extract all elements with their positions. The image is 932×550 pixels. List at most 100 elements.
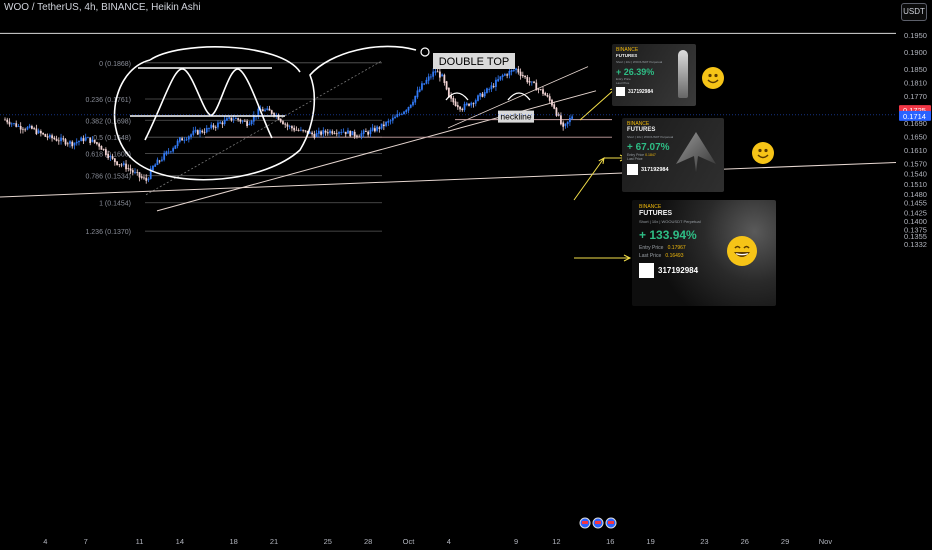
candle-body: [129, 168, 132, 171]
candle-body: [407, 107, 410, 111]
candle-body: [201, 130, 204, 133]
candle-body: [181, 138, 183, 141]
currency-button[interactable]: USDT: [901, 3, 927, 21]
card-pair: Short | 10x | WOOUSDT Perpetual: [639, 219, 701, 224]
candle-body: [147, 178, 150, 181]
price-tick-label: 0.1650: [904, 133, 927, 142]
candle-body: [286, 124, 289, 127]
candle-body: [378, 127, 381, 129]
candle-body: [308, 132, 311, 134]
candle-body: [100, 145, 103, 150]
candle-body: [208, 128, 210, 129]
candle-body: [172, 148, 175, 152]
candle-body: [459, 106, 461, 110]
candle-body: [389, 120, 392, 122]
candle-body: [62, 138, 65, 140]
candle-body: [145, 177, 148, 181]
candle-body: [234, 118, 237, 120]
candle-body: [338, 132, 340, 134]
candle-body: [176, 140, 179, 147]
candle-body: [178, 137, 181, 142]
candle-body: [508, 71, 511, 76]
candle-body: [223, 119, 226, 124]
candle-body: [300, 129, 302, 131]
neckline-label: neckline: [500, 112, 531, 122]
candle-body: [465, 103, 468, 106]
candle-body: [33, 128, 36, 130]
candle-body: [421, 83, 423, 90]
candle-body: [412, 101, 414, 106]
time-tick-label: 16: [606, 537, 614, 546]
candle-body: [26, 127, 29, 130]
time-tick-label: 11: [136, 537, 144, 546]
candle-body: [463, 103, 466, 110]
candle-body: [239, 119, 242, 122]
candle-body: [122, 163, 125, 165]
candle-body: [165, 151, 168, 155]
candle-body: [418, 89, 421, 92]
candle-body: [488, 89, 491, 90]
us-flag-stripe: [582, 521, 588, 524]
candle-body: [503, 74, 506, 76]
time-tick-label: Nov: [819, 537, 833, 546]
candle-body: [311, 132, 314, 135]
candle-body: [6, 119, 9, 123]
grin-emoji-icon: [727, 236, 757, 266]
candle-body: [19, 126, 22, 130]
candle-body: [42, 132, 45, 135]
candle-body: [313, 133, 316, 138]
candle-body: [284, 123, 287, 125]
candle-body: [562, 122, 565, 127]
candle-body: [470, 102, 473, 106]
price-tick-label: 0.1810: [904, 78, 927, 87]
candle-body: [161, 159, 163, 161]
candle-body: [264, 109, 266, 111]
candle-body: [22, 128, 24, 130]
candle-body: [93, 140, 96, 143]
candle-body: [134, 171, 136, 173]
candle-body: [423, 83, 426, 85]
candle-body: [326, 132, 329, 134]
price-tick-label: 0.1850: [904, 65, 927, 74]
candle-body: [268, 108, 271, 111]
candle-body: [35, 128, 38, 135]
candle-body: [13, 123, 15, 124]
candle-body: [535, 82, 538, 91]
candle-body: [468, 103, 470, 106]
qr-code-icon: [627, 164, 638, 175]
candle-body: [452, 98, 455, 103]
candle-body: [537, 88, 540, 90]
candle-body: [91, 139, 94, 142]
price-tick-label: 0.1610: [904, 146, 927, 155]
candle-body: [533, 81, 535, 83]
candle-body: [69, 141, 71, 144]
candle-body: [490, 85, 493, 90]
candle-body: [17, 125, 20, 127]
price-chart[interactable]: 0 (0.1868) 0.236 (0.1761) 0.382 (0.1698) 0.…: [0, 0, 932, 550]
candle-body: [436, 71, 439, 73]
time-tick-label: 23: [700, 537, 708, 546]
candle-body: [15, 123, 18, 127]
candle-body: [107, 153, 110, 159]
candle-body: [495, 79, 497, 87]
candle-body: [37, 130, 40, 133]
candle-body: [217, 122, 219, 128]
candle-body: [335, 133, 338, 135]
candle-body: [102, 148, 105, 150]
candle-body: [302, 129, 305, 131]
price-tick-label: 0.1510: [904, 180, 927, 189]
candle-body: [228, 117, 231, 119]
candle-body: [353, 131, 356, 137]
card-referral: 317192984: [658, 266, 699, 275]
candle-body: [55, 138, 58, 141]
candle-body: [89, 137, 92, 143]
candle-body: [443, 74, 446, 83]
candle-body: [48, 134, 51, 138]
candle-body: [138, 172, 141, 178]
fib-level-label: 0.236 (0.1761): [85, 97, 131, 104]
candle-body: [414, 95, 417, 103]
us-flag-stripe: [595, 521, 601, 524]
candle-body: [167, 151, 170, 153]
price-tick-label: 0.1332: [904, 240, 927, 249]
candle-body: [380, 123, 383, 129]
